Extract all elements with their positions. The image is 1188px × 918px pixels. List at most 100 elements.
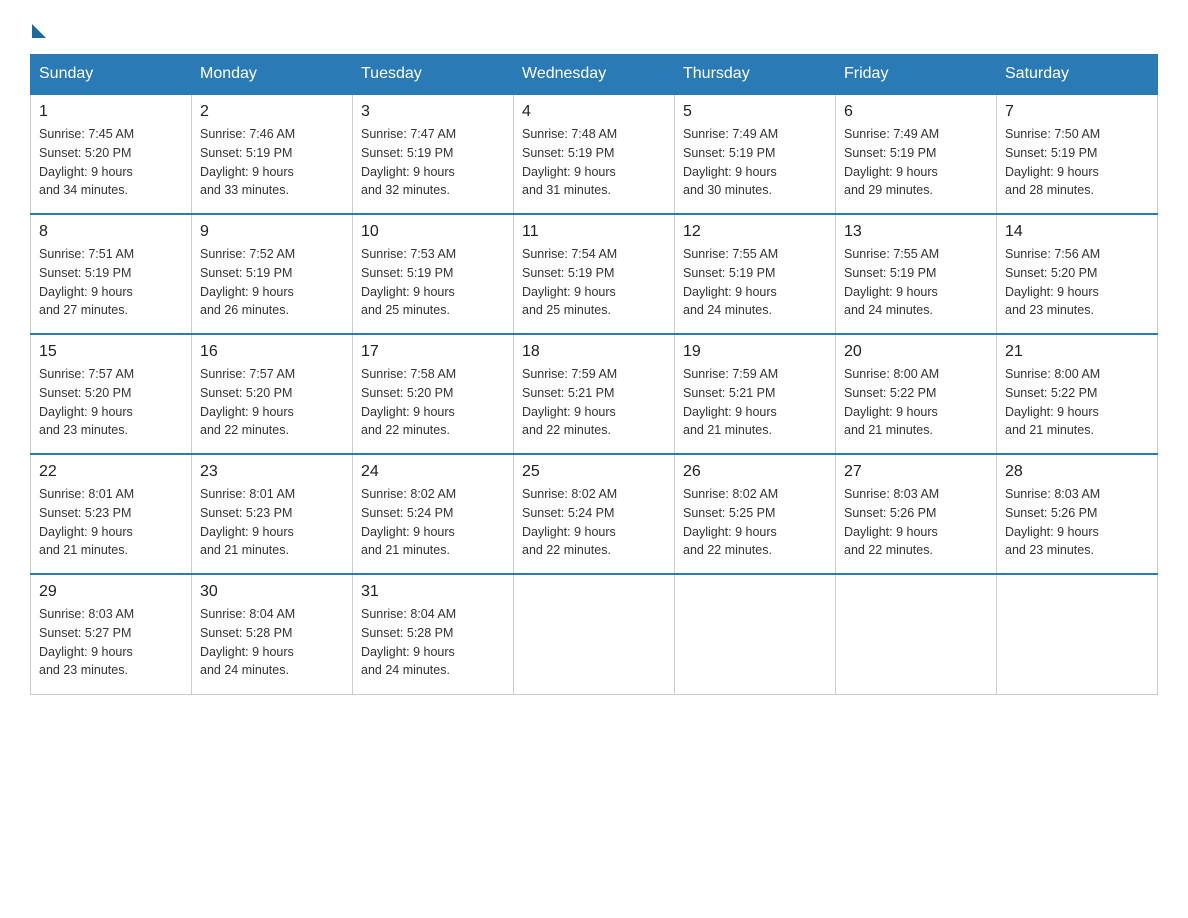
day-info: Sunrise: 7:50 AMSunset: 5:19 PMDaylight:…: [1005, 125, 1149, 200]
header-day-saturday: Saturday: [997, 55, 1158, 95]
day-info: Sunrise: 7:57 AMSunset: 5:20 PMDaylight:…: [200, 365, 344, 440]
day-info: Sunrise: 7:55 AMSunset: 5:19 PMDaylight:…: [844, 245, 988, 320]
calendar-cell: 4 Sunrise: 7:48 AMSunset: 5:19 PMDaylight…: [514, 94, 675, 214]
calendar-cell: [836, 574, 997, 694]
day-number: 15: [39, 343, 183, 361]
calendar-cell: 18Sunrise: 7:59 AMSunset: 5:21 PMDayligh…: [514, 334, 675, 454]
day-info: Sunrise: 7:51 AMSunset: 5:19 PMDaylight:…: [39, 245, 183, 320]
calendar-cell: 25 Sunrise: 8:02 AMSunset: 5:24 PMDayligh…: [514, 454, 675, 574]
day-number: 27: [844, 463, 988, 481]
day-number: 12: [683, 223, 827, 241]
day-number: 4: [522, 103, 666, 121]
calendar-week-row: 15 Sunrise: 7:57 AMSunset: 5:20 PMDayligh…: [31, 334, 1158, 454]
day-info: Sunrise: 8:00 AMSunset: 5:22 PMDaylight:…: [1005, 365, 1149, 440]
calendar-cell: 29 Sunrise: 8:03 AMSunset: 5:27 PMDayligh…: [31, 574, 192, 694]
calendar-cell: 9 Sunrise: 7:52 AMSunset: 5:19 PMDaylight…: [192, 214, 353, 334]
calendar-cell: 22 Sunrise: 8:01 AMSunset: 5:23 PMDayligh…: [31, 454, 192, 574]
calendar-cell: 10 Sunrise: 7:53 AMSunset: 5:19 PMDayligh…: [353, 214, 514, 334]
day-info: Sunrise: 7:55 AMSunset: 5:19 PMDaylight:…: [683, 245, 827, 320]
day-number: 16: [200, 343, 344, 361]
day-number: 17: [361, 343, 505, 361]
day-number: 8: [39, 223, 183, 241]
calendar-table: SundayMondayTuesdayWednesdayThursdayFrid…: [30, 54, 1158, 695]
day-info: Sunrise: 7:52 AMSunset: 5:19 PMDaylight:…: [200, 245, 344, 320]
calendar-cell: [514, 574, 675, 694]
calendar-week-row: 1 Sunrise: 7:45 AMSunset: 5:20 PMDaylight…: [31, 94, 1158, 214]
day-number: 14: [1005, 223, 1149, 241]
day-info: Sunrise: 7:56 AMSunset: 5:20 PMDaylight:…: [1005, 245, 1149, 320]
header-day-monday: Monday: [192, 55, 353, 95]
day-info: Sunrise: 8:03 AMSunset: 5:27 PMDaylight:…: [39, 605, 183, 680]
calendar-cell: 15 Sunrise: 7:57 AMSunset: 5:20 PMDayligh…: [31, 334, 192, 454]
day-info: Sunrise: 8:04 AMSunset: 5:28 PMDaylight:…: [361, 605, 505, 680]
header-day-wednesday: Wednesday: [514, 55, 675, 95]
calendar-cell: 8 Sunrise: 7:51 AMSunset: 5:19 PMDaylight…: [31, 214, 192, 334]
day-info: Sunrise: 7:49 AMSunset: 5:19 PMDaylight:…: [844, 125, 988, 200]
day-number: 18: [522, 343, 666, 361]
calendar-cell: 5 Sunrise: 7:49 AMSunset: 5:19 PMDaylight…: [675, 94, 836, 214]
day-number: 5: [683, 103, 827, 121]
day-info: Sunrise: 8:04 AMSunset: 5:28 PMDaylight:…: [200, 605, 344, 680]
day-number: 23: [200, 463, 344, 481]
calendar-cell: 13Sunrise: 7:55 AMSunset: 5:19 PMDayligh…: [836, 214, 997, 334]
day-info: Sunrise: 7:45 AMSunset: 5:20 PMDaylight:…: [39, 125, 183, 200]
day-number: 2: [200, 103, 344, 121]
day-info: Sunrise: 8:02 AMSunset: 5:24 PMDaylight:…: [522, 485, 666, 560]
day-info: Sunrise: 7:48 AMSunset: 5:19 PMDaylight:…: [522, 125, 666, 200]
calendar-cell: 2 Sunrise: 7:46 AMSunset: 5:19 PMDaylight…: [192, 94, 353, 214]
day-info: Sunrise: 8:01 AMSunset: 5:23 PMDaylight:…: [39, 485, 183, 560]
day-number: 29: [39, 583, 183, 601]
calendar-cell: 6 Sunrise: 7:49 AMSunset: 5:19 PMDaylight…: [836, 94, 997, 214]
calendar-week-row: 29 Sunrise: 8:03 AMSunset: 5:27 PMDayligh…: [31, 574, 1158, 694]
header-row: SundayMondayTuesdayWednesdayThursdayFrid…: [31, 55, 1158, 95]
day-info: Sunrise: 7:57 AMSunset: 5:20 PMDaylight:…: [39, 365, 183, 440]
day-number: 3: [361, 103, 505, 121]
day-number: 6: [844, 103, 988, 121]
day-number: 30: [200, 583, 344, 601]
calendar-week-row: 8 Sunrise: 7:51 AMSunset: 5:19 PMDaylight…: [31, 214, 1158, 334]
day-info: Sunrise: 8:02 AMSunset: 5:24 PMDaylight:…: [361, 485, 505, 560]
header-day-friday: Friday: [836, 55, 997, 95]
day-number: 10: [361, 223, 505, 241]
day-number: 25: [522, 463, 666, 481]
calendar-cell: 27 Sunrise: 8:03 AMSunset: 5:26 PMDayligh…: [836, 454, 997, 574]
calendar-cell: 7 Sunrise: 7:50 AMSunset: 5:19 PMDaylight…: [997, 94, 1158, 214]
calendar-cell: 31 Sunrise: 8:04 AMSunset: 5:28 PMDayligh…: [353, 574, 514, 694]
logo-arrow-icon: [32, 24, 46, 38]
day-info: Sunrise: 8:03 AMSunset: 5:26 PMDaylight:…: [1005, 485, 1149, 560]
day-number: 22: [39, 463, 183, 481]
calendar-cell: 24 Sunrise: 8:02 AMSunset: 5:24 PMDayligh…: [353, 454, 514, 574]
calendar-cell: 26Sunrise: 8:02 AMSunset: 5:25 PMDayligh…: [675, 454, 836, 574]
day-number: 31: [361, 583, 505, 601]
day-number: 19: [683, 343, 827, 361]
day-number: 9: [200, 223, 344, 241]
page-header: [30, 20, 1158, 34]
day-info: Sunrise: 7:46 AMSunset: 5:19 PMDaylight:…: [200, 125, 344, 200]
day-number: 24: [361, 463, 505, 481]
calendar-cell: 3 Sunrise: 7:47 AMSunset: 5:19 PMDaylight…: [353, 94, 514, 214]
calendar-week-row: 22 Sunrise: 8:01 AMSunset: 5:23 PMDayligh…: [31, 454, 1158, 574]
calendar-body: 1 Sunrise: 7:45 AMSunset: 5:20 PMDaylight…: [31, 94, 1158, 694]
day-number: 21: [1005, 343, 1149, 361]
day-info: Sunrise: 7:58 AMSunset: 5:20 PMDaylight:…: [361, 365, 505, 440]
day-info: Sunrise: 7:53 AMSunset: 5:19 PMDaylight:…: [361, 245, 505, 320]
calendar-cell: 12 Sunrise: 7:55 AMSunset: 5:19 PMDayligh…: [675, 214, 836, 334]
day-number: 20: [844, 343, 988, 361]
calendar-cell: 17 Sunrise: 7:58 AMSunset: 5:20 PMDayligh…: [353, 334, 514, 454]
day-number: 11: [522, 223, 666, 241]
calendar-cell: [675, 574, 836, 694]
day-number: 28: [1005, 463, 1149, 481]
day-number: 7: [1005, 103, 1149, 121]
calendar-cell: 28 Sunrise: 8:03 AMSunset: 5:26 PMDayligh…: [997, 454, 1158, 574]
day-info: Sunrise: 7:47 AMSunset: 5:19 PMDaylight:…: [361, 125, 505, 200]
day-number: 1: [39, 103, 183, 121]
calendar-cell: 30 Sunrise: 8:04 AMSunset: 5:28 PMDayligh…: [192, 574, 353, 694]
day-info: Sunrise: 7:59 AMSunset: 5:21 PMDaylight:…: [683, 365, 827, 440]
calendar-cell: [997, 574, 1158, 694]
calendar-cell: 1 Sunrise: 7:45 AMSunset: 5:20 PMDaylight…: [31, 94, 192, 214]
day-info: Sunrise: 8:01 AMSunset: 5:23 PMDaylight:…: [200, 485, 344, 560]
day-info: Sunrise: 8:03 AMSunset: 5:26 PMDaylight:…: [844, 485, 988, 560]
day-info: Sunrise: 8:00 AMSunset: 5:22 PMDaylight:…: [844, 365, 988, 440]
calendar-cell: 23 Sunrise: 8:01 AMSunset: 5:23 PMDayligh…: [192, 454, 353, 574]
day-info: Sunrise: 7:49 AMSunset: 5:19 PMDaylight:…: [683, 125, 827, 200]
